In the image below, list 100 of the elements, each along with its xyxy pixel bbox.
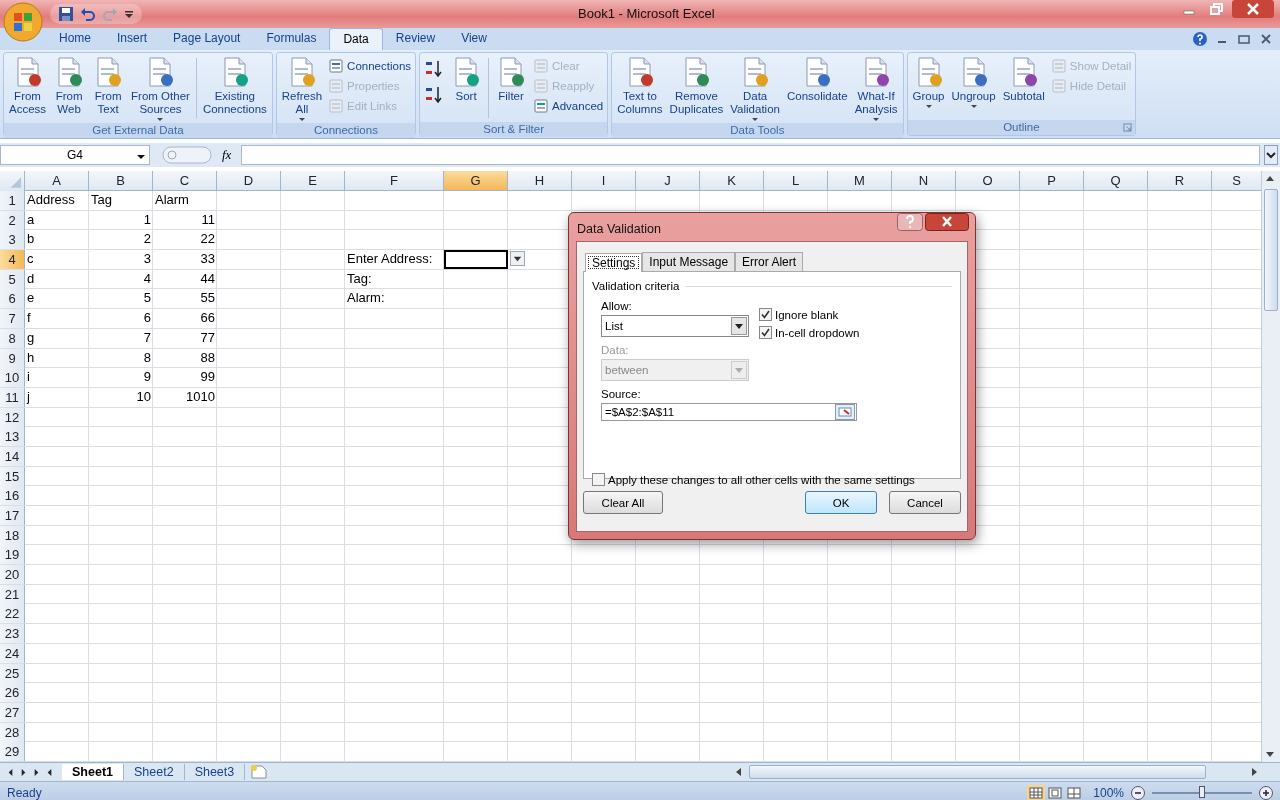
- formula-input[interactable]: [241, 145, 1260, 165]
- row-header[interactable]: 16: [0, 486, 25, 506]
- ribbon-button[interactable]: Sort: [447, 54, 486, 105]
- row-header[interactable]: 4: [0, 250, 25, 270]
- ribbon-button[interactable]: Group: [909, 54, 948, 110]
- column-header[interactable]: A: [25, 171, 89, 191]
- ribbon-tab[interactable]: View: [448, 28, 500, 50]
- ribbon-button[interactable]: Filter: [492, 54, 531, 105]
- column-header[interactable]: D: [217, 171, 281, 191]
- source-field[interactable]: =$A$2:$A$11: [601, 403, 857, 421]
- row-header[interactable]: 26: [0, 683, 25, 703]
- zoom-level[interactable]: 100%: [1093, 785, 1124, 800]
- dropdown-button[interactable]: [510, 251, 525, 267]
- scroll-thumb[interactable]: [1264, 189, 1278, 311]
- row-header[interactable]: 20: [0, 565, 25, 585]
- column-header[interactable]: J: [636, 171, 700, 191]
- sheet-tab[interactable]: Sheet2: [124, 764, 185, 780]
- close-icon[interactable]: [925, 213, 969, 231]
- help-icon[interactable]: [897, 213, 923, 231]
- dialog-tab[interactable]: Input Message: [642, 252, 736, 271]
- column-header[interactable]: M: [828, 171, 892, 191]
- sort-icon[interactable]: [424, 59, 445, 79]
- ribbon-button[interactable]: From Other Sources: [128, 54, 193, 123]
- ribbon-button[interactable]: Refresh All: [278, 54, 326, 123]
- ribbon-button[interactable]: Ungroup: [948, 54, 999, 110]
- scroll-thumb[interactable]: [749, 765, 1206, 779]
- row-header[interactable]: 17: [0, 506, 25, 525]
- column-header[interactable]: I: [572, 171, 636, 191]
- row-header[interactable]: 23: [0, 624, 25, 644]
- dialog-button[interactable]: OK: [805, 491, 877, 514]
- column-header[interactable]: O: [956, 171, 1020, 191]
- checkbox-label[interactable]: Ignore blank: [775, 308, 839, 321]
- ribbon-tab[interactable]: Data: [329, 28, 383, 50]
- ribbon-button[interactable]: Text to Columns: [614, 54, 666, 118]
- customize-caret-icon[interactable]: [124, 9, 134, 19]
- column-header[interactable]: E: [281, 171, 345, 191]
- sort-icon[interactable]: [424, 85, 445, 105]
- ribbon-tab[interactable]: Review: [382, 28, 449, 50]
- row-header[interactable]: 29: [0, 742, 25, 762]
- checkbox[interactable]: [759, 326, 772, 339]
- ribbon-button[interactable]: Advanced: [531, 97, 606, 115]
- row-header[interactable]: 19: [0, 545, 25, 565]
- ribbon-tab[interactable]: Page Layout: [160, 28, 254, 50]
- ribbon-button[interactable]: Connections: [326, 57, 414, 75]
- close-icon[interactable]: [1232, 0, 1274, 18]
- column-header[interactable]: G: [444, 171, 508, 191]
- name-box[interactable]: G4: [0, 145, 150, 165]
- zoom-out-icon[interactable]: [1130, 784, 1146, 800]
- undo-icon[interactable]: [80, 6, 96, 22]
- checkbox-label[interactable]: Apply these changes to all other cells with the same settings: [608, 473, 915, 486]
- row-header[interactable]: 10: [0, 368, 25, 388]
- ribbon-tab[interactable]: Formulas: [253, 28, 330, 50]
- page-break-icon[interactable]: [1065, 784, 1084, 800]
- zoom-slider-thumb[interactable]: [1199, 785, 1205, 798]
- dialog-button[interactable]: Cancel: [889, 491, 961, 514]
- collapse-dialog-icon[interactable]: [835, 404, 855, 420]
- ribbon-button[interactable]: Consolidate: [783, 54, 851, 105]
- column-header[interactable]: N: [892, 171, 956, 191]
- column-header[interactable]: H: [508, 171, 572, 191]
- column-header[interactable]: C: [153, 171, 217, 191]
- ribbon-button[interactable]: What-If Analysis: [851, 54, 901, 123]
- column-header[interactable]: B: [89, 171, 153, 191]
- ribbon-button[interactable]: Subtotal: [999, 54, 1048, 105]
- sheet-tab[interactable]: Sheet3: [184, 764, 246, 780]
- row-header[interactable]: 7: [0, 309, 25, 329]
- expand-caret-icon[interactable]: [1264, 145, 1278, 165]
- row-header[interactable]: 22: [0, 604, 25, 624]
- ribbon-button[interactable]: Existing Connections: [199, 54, 270, 118]
- checkbox[interactable]: [759, 308, 772, 321]
- ribbon-button[interactable]: Data Validation: [727, 54, 783, 123]
- row-header[interactable]: 13: [0, 427, 25, 447]
- save-icon[interactable]: [58, 6, 74, 22]
- ribbon-button[interactable]: From Text: [89, 54, 128, 118]
- help-icon[interactable]: [1192, 31, 1208, 47]
- ribbon-button[interactable]: From Web: [50, 54, 89, 118]
- checkbox-label[interactable]: In-cell dropdown: [775, 326, 860, 339]
- zoom-in-icon[interactable]: [1258, 784, 1274, 800]
- ribbon-tab[interactable]: Insert: [104, 28, 161, 50]
- ribbon-button[interactable]: Remove Duplicates: [666, 54, 727, 118]
- allow-dropdown[interactable]: List: [601, 315, 749, 337]
- column-header[interactable]: K: [700, 171, 764, 191]
- active-cell[interactable]: [444, 250, 508, 270]
- row-header[interactable]: 6: [0, 289, 25, 309]
- column-header[interactable]: P: [1020, 171, 1084, 191]
- function-label[interactable]: fx: [222, 147, 232, 163]
- sheet-tab[interactable]: Sheet1: [62, 764, 124, 780]
- dialog-button[interactable]: Clear All: [583, 491, 663, 514]
- dialog-tab[interactable]: Error Alert: [735, 252, 804, 271]
- page-layout-icon[interactable]: [1046, 784, 1065, 800]
- ribbon-tab[interactable]: Home: [46, 28, 104, 50]
- column-header[interactable]: R: [1148, 171, 1212, 191]
- normal-view-icon[interactable]: [1027, 784, 1046, 800]
- column-header[interactable]: L: [764, 171, 828, 191]
- row-header[interactable]: 1: [0, 191, 25, 210]
- checkbox[interactable]: [592, 473, 605, 486]
- row-header[interactable]: 3: [0, 230, 25, 250]
- column-header[interactable]: Q: [1084, 171, 1148, 191]
- ribbon-button[interactable]: From Access: [6, 54, 50, 118]
- dialog-tab[interactable]: Settings: [585, 253, 643, 272]
- vertical-scrollbar[interactable]: [1261, 171, 1280, 762]
